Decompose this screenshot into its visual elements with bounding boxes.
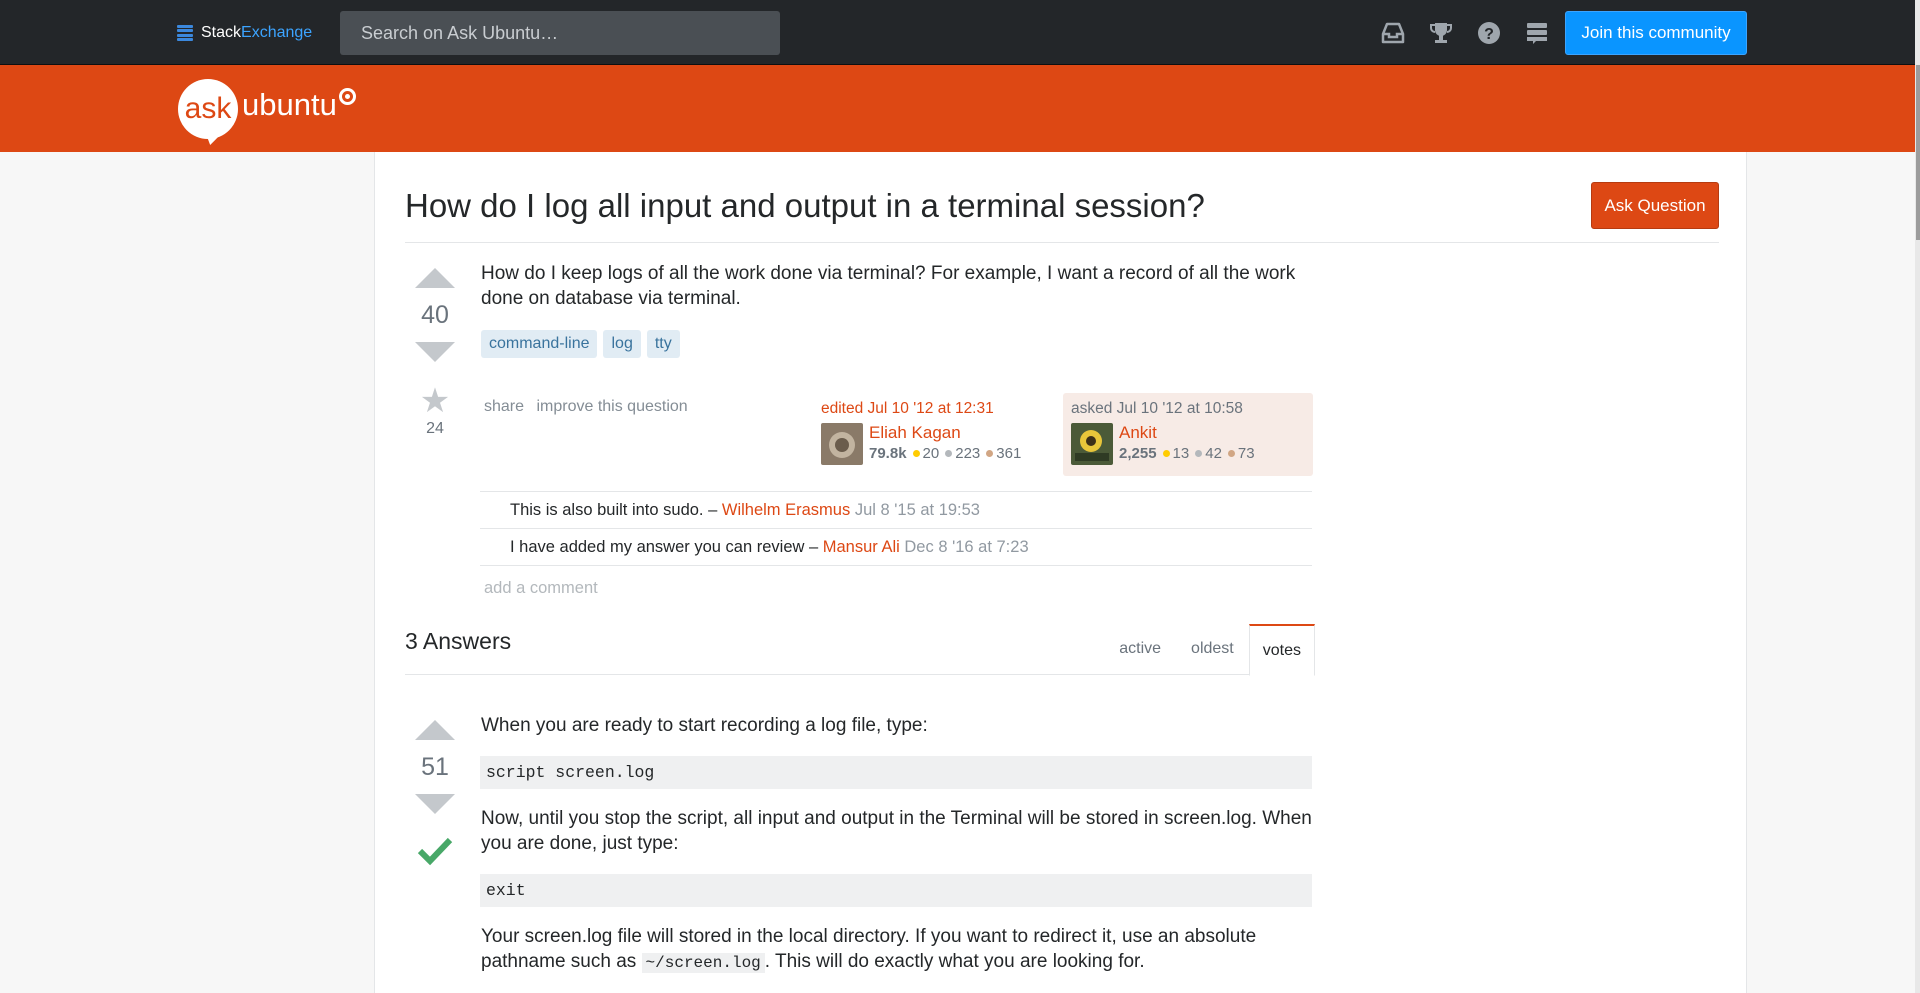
topbar: StackExchange ? Join this community — [0, 0, 1920, 65]
question-tags: command-line log tty — [481, 330, 680, 358]
answers-header: 3 Answers active oldest votes — [405, 624, 1315, 676]
inbox-icon[interactable] — [1380, 20, 1406, 46]
edited-timestamp[interactable]: edited Jul 10 '12 at 12:31 — [821, 400, 1055, 418]
question-vote-cell: 40 ★ 24 — [405, 268, 465, 438]
editor-name[interactable]: Eliah Kagan — [869, 423, 1021, 443]
question-header: How do I log all input and output in a t… — [405, 152, 1719, 243]
accepted-check-icon — [417, 837, 453, 866]
comment-date[interactable]: Jul 8 '15 at 19:53 — [855, 501, 980, 519]
code-block: script screen.log — [480, 756, 1312, 789]
join-community-button[interactable]: Join this community — [1565, 11, 1747, 55]
circle-of-friends-icon — [338, 87, 356, 105]
logo-word-exchange: Exchange — [241, 24, 313, 41]
comment-date[interactable]: Dec 8 '16 at 7:23 — [904, 538, 1028, 556]
answer-sort-tabs: active oldest votes — [1104, 624, 1315, 676]
logo-word-stack: Stack — [201, 24, 242, 41]
answers-count: 3 Answers — [405, 628, 512, 654]
editor-reputation: 79.8k 20 223 361 — [869, 445, 1022, 462]
tag-command-line[interactable]: command-line — [481, 330, 598, 358]
favorite-star-icon[interactable]: ★ — [405, 384, 465, 418]
favorite-count: 24 — [426, 420, 444, 437]
add-comment-link[interactable]: add a comment — [484, 579, 598, 598]
asked-timestamp[interactable]: asked Jul 10 '12 at 10:58 — [1071, 400, 1305, 418]
code-block: exit — [480, 874, 1312, 907]
improve-question-link[interactable]: improve this question — [536, 398, 687, 415]
tab-votes[interactable]: votes — [1248, 624, 1315, 676]
answer-paragraph: Your screen.log file will stored in the … — [481, 924, 1321, 976]
editor-card: edited Jul 10 '12 at 12:31 Eliah Kagan 7… — [813, 393, 1063, 476]
owner-name[interactable]: Ankit — [1119, 423, 1255, 443]
inline-code: ~/screen.log — [641, 953, 765, 973]
comment-user[interactable]: Wilhelm Erasmus — [722, 501, 850, 519]
text-segment: . This will do exactly what you are look… — [764, 951, 1145, 972]
upvote-icon[interactable] — [415, 720, 455, 740]
post-menu: share improve this question — [484, 398, 696, 416]
comment-text: I have added my answer you can review – — [510, 538, 819, 556]
answer-vote-count: 51 — [421, 753, 449, 781]
comment: I have added my answer you can review – … — [480, 529, 1312, 566]
owner-card: asked Jul 10 '12 at 10:58 Ankit 2,255 13 4… — [1063, 393, 1313, 476]
tag-log[interactable]: log — [603, 330, 641, 358]
question-comments: This is also built into sudo. – Wilhelm … — [480, 491, 1312, 566]
comment: This is also built into sudo. – Wilhelm … — [480, 492, 1312, 529]
answer-vote-cell: 51 — [405, 720, 465, 871]
share-link[interactable]: share — [484, 398, 524, 415]
question-body: How do I keep logs of all the work done … — [481, 263, 1296, 309]
logo-word-ubuntu: ubuntu — [242, 87, 337, 122]
editor-avatar[interactable] — [821, 423, 863, 465]
scrollbar-thumb[interactable] — [1916, 65, 1920, 240]
stackexchange-icon — [177, 25, 193, 41]
ask-bubble-icon: ask — [178, 79, 238, 139]
main-content: How do I log all input and output in a t… — [374, 152, 1747, 993]
site-switcher-icon[interactable] — [1524, 20, 1550, 46]
comment-user[interactable]: Mansur Ali — [823, 538, 900, 556]
achievements-icon[interactable] — [1428, 20, 1454, 46]
question-vote-count: 40 — [421, 301, 449, 329]
comment-text: This is also built into sudo. – — [510, 501, 718, 519]
answer-paragraph: Now, until you stop the script, all inpu… — [481, 808, 1312, 854]
search-input[interactable] — [340, 11, 780, 55]
logo-word-ask: ask — [184, 92, 232, 125]
site-header: ask ubuntu — [0, 65, 1915, 152]
tab-active[interactable]: active — [1104, 624, 1176, 675]
upvote-icon[interactable] — [415, 268, 455, 288]
help-icon[interactable]: ? — [1476, 20, 1502, 46]
question-title[interactable]: How do I log all input and output in a t… — [405, 187, 1205, 225]
downvote-icon[interactable] — [415, 342, 455, 362]
tag-tty[interactable]: tty — [646, 330, 680, 358]
tab-oldest[interactable]: oldest — [1176, 624, 1249, 675]
ask-question-button[interactable]: Ask Question — [1591, 182, 1719, 229]
downvote-icon[interactable] — [415, 794, 455, 814]
stackexchange-logo[interactable]: Stack Exchange — [177, 22, 312, 44]
owner-reputation: 2,255 13 42 73 — [1119, 445, 1255, 462]
answer-paragraph: When you are ready to start recording a … — [481, 715, 928, 736]
svg-text:?: ? — [1484, 26, 1494, 43]
owner-avatar[interactable] — [1071, 423, 1113, 465]
askubuntu-logo[interactable]: ask ubuntu — [178, 78, 356, 140]
